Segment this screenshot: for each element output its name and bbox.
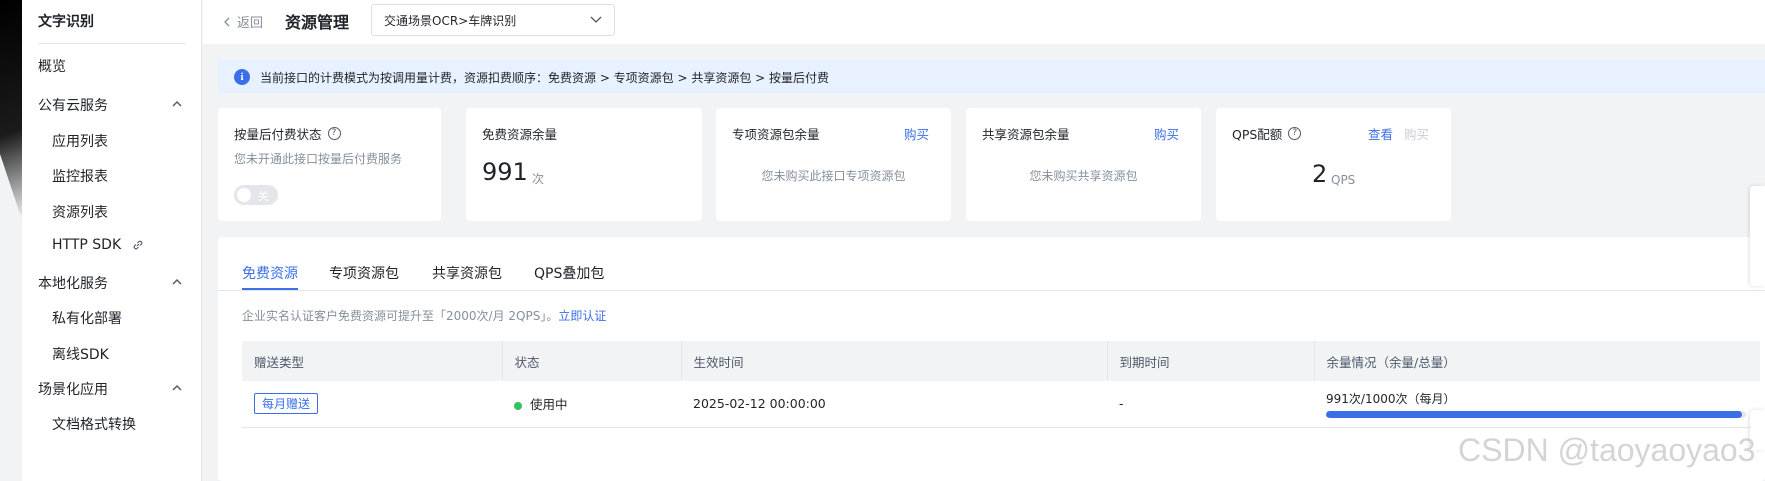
back-button[interactable]: 返回 [223,12,263,31]
chevron-left-icon [224,17,230,26]
sidebar-title: 文字识别 [38,14,94,30]
back-label: 返回 [237,16,264,31]
free-resource-table: 赠送类型 状态 生效时间 到期时间 余量情况（余量/总量） 每月赠送 使用中 2… [242,341,1760,428]
card-title: 免费资源余量 [482,127,558,142]
page-title: 资源管理 [285,13,350,32]
tab-shared-package[interactable]: 共享资源包 [432,263,502,283]
free-resource-card: 免费资源余量 991 次 [466,108,702,221]
status-text: 使用中 [530,397,568,413]
sidebar-item-http-sdk[interactable]: HTTP SDK [52,237,144,253]
col-header-usage: 余量情况（余量/总量） [1314,341,1760,381]
postpaid-desc: 您未开通此接口按量后付费服务 [234,152,403,166]
sidebar-item-doc-convert[interactable]: 文档格式转换 [52,414,136,434]
gift-type-tag: 每月赠送 [254,393,319,415]
table-header-row: 赠送类型 状态 生效时间 到期时间 余量情况（余量/总量） [242,341,1760,381]
shared-empty-text: 您未购买共享资源包 [1029,169,1138,183]
table-row: 每月赠送 使用中 2025-02-12 00:00:00 - 991次/1000… [242,381,1760,428]
sidebar-item-offline-sdk[interactable]: 离线SDK [52,344,109,364]
cell-status: 使用中 [502,381,681,428]
free-remaining-unit: 次 [532,172,545,186]
chevron-up-icon[interactable] [172,99,182,109]
sidebar-item-private-deploy[interactable]: 私有化部署 [52,308,122,328]
info-icon: i [234,69,250,85]
sidebar-group-scenario-apps[interactable]: 场景化应用 [38,379,108,399]
chevron-up-icon[interactable] [172,277,182,287]
verify-now-link[interactable]: 立即认证 [558,309,606,323]
buy-dedicated-link[interactable]: 购买 [904,124,929,143]
qps-value: 2 [1312,160,1328,188]
upgrade-tip: 企业实名认证客户免费资源可提升至「2000次/月 2QPS」。立即认证 [242,307,606,324]
cell-type: 每月赠送 [242,381,502,428]
chevron-down-icon [590,16,602,23]
col-header-end: 到期时间 [1107,341,1315,381]
watermark: CSDN @taoyaoyao3 [1458,432,1756,468]
usage-progress-bar [1326,410,1746,418]
toggle-knob [237,188,251,202]
qps-unit: QPS [1331,173,1356,187]
tab-qps-addon[interactable]: QPS叠加包 [534,263,604,283]
sidebar-divider [38,43,186,44]
help-icon[interactable]: ? [1288,127,1302,140]
postpaid-status-card: 按量后付费状态? 您未开通此接口按量后付费服务 关 [218,108,441,221]
upgrade-tip-text: 企业实名认证客户免费资源可提升至「2000次/月 2QPS」。 [242,309,559,323]
buy-shared-link[interactable]: 购买 [1154,124,1179,143]
view-qps-link[interactable]: 查看 [1368,124,1393,143]
usage-progress-fill [1326,410,1743,418]
floating-help-tab[interactable] [1750,186,1765,286]
sidebar-item-overview[interactable]: 概览 [38,56,66,76]
sidebar-item-resource-list[interactable]: 资源列表 [52,202,108,222]
usage-text: 991次/1000次（每月） [1326,391,1456,406]
buy-qps-link[interactable]: 购买 [1404,124,1429,143]
resource-tabs: 免费资源 专项资源包 共享资源包 QPS叠加包 [218,237,1765,291]
help-icon[interactable]: ? [327,127,341,140]
col-header-type: 赠送类型 [242,341,503,381]
sidebar-item-monitor-report[interactable]: 监控报表 [52,166,108,186]
api-select-value: 交通场景OCR>车牌识别 [384,14,517,28]
tab-dedicated-package[interactable]: 专项资源包 [329,263,399,283]
cell-end-time: - [1107,381,1314,428]
page-header: 返回 资源管理 交通场景OCR>车牌识别 [203,0,1765,44]
api-select[interactable]: 交通场景OCR>车牌识别 [371,4,615,36]
banner-text: 当前接口的计费模式为按调用量计费，资源扣费顺序：免费资源 > 专项资源包 > 共… [260,71,830,85]
sidebar: 文字识别 概览 公有云服务 应用列表 监控报表 资源列表 HTTP SDK 本地… [22,0,202,481]
col-header-status: 状态 [502,341,682,381]
chevron-up-icon[interactable] [172,383,182,393]
window-edge [0,0,22,481]
card-title: QPS配额 [1232,127,1283,142]
sidebar-item-app-list[interactable]: 应用列表 [52,131,108,151]
qps-quota-card: QPS配额? 查看 购买 2 QPS [1216,108,1451,221]
tab-free-resource[interactable]: 免费资源 [242,263,298,283]
shared-package-card: 共享资源包余量 购买 您未购买共享资源包 [966,108,1201,221]
sidebar-item-label: HTTP SDK [52,237,122,253]
sidebar-group-public-cloud[interactable]: 公有云服务 [38,95,108,115]
card-title: 按量后付费状态 [234,127,322,142]
col-header-start: 生效时间 [681,341,1108,381]
sidebar-group-local-service[interactable]: 本地化服务 [38,273,108,293]
card-title: 共享资源包余量 [982,127,1070,142]
postpaid-toggle[interactable]: 关 [234,185,278,205]
external-link-icon [133,240,142,250]
active-tab-indicator [242,288,298,290]
card-title: 专项资源包余量 [732,127,820,142]
toggle-label: 关 [258,190,269,203]
cell-usage: 991次/1000次（每月） [1314,381,1760,428]
billing-info-banner: i 当前接口的计费模式为按调用量计费，资源扣费顺序：免费资源 > 专项资源包 >… [218,60,1765,93]
status-dot [514,401,522,410]
cell-start-time: 2025-02-12 00:00:00 [681,381,1107,428]
dedicated-package-card: 专项资源包余量 购买 您未购买此接口专项资源包 [716,108,951,221]
free-remaining-value: 991 [482,158,528,186]
dedicated-empty-text: 您未购买此接口专项资源包 [761,169,906,183]
